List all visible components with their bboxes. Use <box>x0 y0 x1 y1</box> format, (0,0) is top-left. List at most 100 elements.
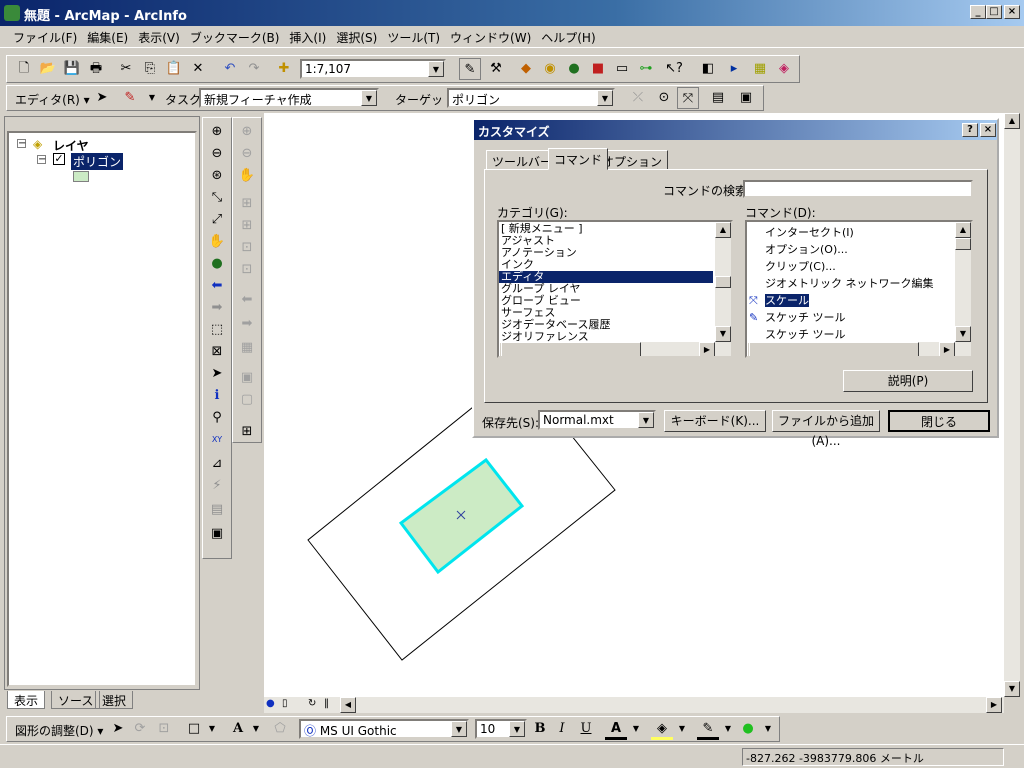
open-icon[interactable]: 📂 <box>37 58 59 80</box>
dialog-help-button[interactable]: ? <box>962 123 978 137</box>
split-tool-icon[interactable]: ⤫ <box>627 87 649 109</box>
route-icon[interactable]: ◈ <box>773 58 795 80</box>
data-view-icon[interactable]: ● <box>266 698 275 709</box>
print-icon[interactable]: 🖶 <box>85 58 107 80</box>
zoom-100-icon[interactable]: ⊡ <box>237 260 257 280</box>
globe-icon[interactable]: ● <box>563 58 585 80</box>
scale-tool-icon[interactable]: ⤧ <box>677 87 699 109</box>
toc-tab-display[interactable]: 表示 <box>7 691 46 709</box>
menu-bookmark[interactable]: ブックマーク(B) <box>185 26 285 49</box>
edit-arrow-icon[interactable]: ➤ <box>91 87 113 109</box>
marker-color-icon[interactable]: ● <box>737 718 759 740</box>
target-dropdown-icon[interactable]: ▼ <box>597 90 613 106</box>
focus-frame-icon[interactable]: ▢ <box>237 390 257 410</box>
menu-file[interactable]: ファイル(F) <box>8 26 82 49</box>
command-item[interactable]: ジオメトリック ネットワーク編集 <box>747 275 953 292</box>
category-scroll-down-icon[interactable]: ▼ <box>715 326 731 342</box>
fixed-layout-in-icon[interactable]: ⊞ <box>237 194 257 214</box>
paste-icon[interactable]: 📋 <box>163 58 185 80</box>
zoom-in-fixed-icon[interactable]: ⊛ <box>207 166 227 186</box>
tab-commands[interactable]: コマンド <box>548 148 609 170</box>
back-extent-icon[interactable]: ⬅ <box>207 276 227 296</box>
whole-page-icon[interactable]: ⊡ <box>237 238 257 258</box>
menu-selection[interactable]: 選択(S) <box>331 26 382 49</box>
command-item[interactable]: スケッチ ツール <box>747 326 953 343</box>
close-button[interactable]: × <box>1004 5 1020 19</box>
fixed-zoom-out-icon[interactable]: ⤢ <box>207 210 227 230</box>
find-icon[interactable]: ⚲ <box>207 408 227 428</box>
clear-selection-icon[interactable]: ⊠ <box>207 342 227 362</box>
sketch-dropdown-icon[interactable]: ▼ <box>141 87 163 109</box>
scroll-left-icon[interactable]: ◀ <box>340 697 356 713</box>
category-scroll-right-icon[interactable]: ▶ <box>699 342 715 356</box>
save-in-dropdown-icon[interactable]: ▼ <box>638 412 654 428</box>
minimize-button[interactable]: _ <box>970 5 986 19</box>
zoom-in-icon[interactable]: ⊕ <box>207 122 227 142</box>
category-hscrollbar[interactable]: ◀ ▶ <box>499 342 731 356</box>
font-size-dropdown-icon[interactable]: ▼ <box>509 721 525 737</box>
category-hscroll-thumb[interactable] <box>501 342 641 356</box>
time-slider-icon[interactable]: ▣ <box>207 524 227 544</box>
menu-help[interactable]: ヘルプ(H) <box>536 26 600 49</box>
editor-icon[interactable]: ⚒ <box>485 58 507 80</box>
menu-view[interactable]: 表示(V) <box>133 26 185 49</box>
commands-hscroll-thumb[interactable] <box>749 342 919 356</box>
close-dialog-button[interactable]: 閉じる <box>888 410 990 432</box>
copy-icon[interactable]: ⎘ <box>139 58 161 80</box>
category-scroll-thumb[interactable] <box>715 276 731 288</box>
editor-menu[interactable]: エディタ(R) ▾ <box>15 91 90 108</box>
command-item[interactable]: クリップ(C)... <box>747 258 953 275</box>
font-color-icon[interactable]: A <box>605 718 627 740</box>
new-document-icon[interactable]: 🗋 <box>13 58 35 80</box>
polygon-symbol-swatch[interactable] <box>73 171 89 182</box>
line-color-icon[interactable]: ✎ <box>697 718 719 740</box>
go-to-xy-icon[interactable]: XY <box>207 430 227 450</box>
font-select[interactable]: Ⓞ MS UI Gothic ▼ <box>299 719 469 739</box>
toc-tab-source[interactable]: ソース <box>51 691 101 709</box>
select-features-icon[interactable]: ⬚ <box>207 320 227 340</box>
select-elements-arrow-icon[interactable]: ➤ <box>107 718 129 740</box>
scroll-right-icon[interactable]: ▶ <box>986 697 1002 713</box>
menu-edit[interactable]: 編集(E) <box>82 26 133 49</box>
forward-layout-icon[interactable]: ➡ <box>237 314 257 334</box>
cut-icon[interactable]: ✂ <box>115 58 137 80</box>
zoom-out-icon[interactable]: ⊖ <box>207 144 227 164</box>
scroll-up-icon[interactable]: ▲ <box>1004 113 1020 129</box>
menu-window[interactable]: ウィンドウ(W) <box>445 26 536 49</box>
menu-tools[interactable]: ツール(T) <box>382 26 445 49</box>
arccatalog-icon[interactable]: ◆ <box>515 58 537 80</box>
more-arrow-icon[interactable]: ▸ <box>723 58 745 80</box>
font-dropdown-icon[interactable]: ▼ <box>451 721 467 737</box>
html-popup-icon[interactable]: ▤ <box>207 500 227 520</box>
marker-color-dropdown-icon[interactable]: ▼ <box>757 718 779 740</box>
hyperlink-icon[interactable]: ⚡ <box>207 476 227 496</box>
keyboard-button[interactable]: キーボード(K)... <box>664 410 766 432</box>
italic-button[interactable]: I <box>551 718 573 740</box>
sketch-properties-icon[interactable]: ▣ <box>735 87 757 109</box>
underline-button[interactable]: U <box>575 718 597 740</box>
zoom-layout-in-icon[interactable]: ⊕ <box>237 122 257 142</box>
category-scroll-up-icon[interactable]: ▲ <box>715 222 731 238</box>
layer-visibility-checkbox[interactable]: ✓ <box>53 153 65 165</box>
command-line-icon[interactable]: ▭ <box>611 58 633 80</box>
full-extent-icon[interactable]: ● <box>207 254 227 274</box>
maximize-button[interactable]: □ <box>986 5 1002 19</box>
redo-icon[interactable]: ↷ <box>243 58 265 80</box>
delete-icon[interactable]: ✕ <box>187 58 209 80</box>
toolbox-icon[interactable]: ■ <box>587 58 609 80</box>
drawing-menu[interactable]: 図形の調整(D) ▾ <box>15 722 103 739</box>
save-icon[interactable]: 💾 <box>61 58 83 80</box>
fill-color-dropdown-icon[interactable]: ▼ <box>671 718 693 740</box>
back-layout-icon[interactable]: ⬅ <box>237 290 257 310</box>
font-size-select[interactable]: 10 ▼ <box>475 719 527 739</box>
undo-icon[interactable]: ↶ <box>219 58 241 80</box>
toc-layer-label[interactable]: ポリゴン <box>71 153 124 170</box>
command-item[interactable]: ⤧ スケール <box>747 292 953 309</box>
command-item[interactable]: ✎ スケッチ ツール <box>747 309 953 326</box>
commands-scroll-up-icon[interactable]: ▲ <box>955 222 971 238</box>
font-color-dropdown-icon[interactable]: ▼ <box>625 718 647 740</box>
add-from-file-button[interactable]: ファイルから追加(A)... <box>772 410 880 448</box>
line-color-dropdown-icon[interactable]: ▼ <box>717 718 739 740</box>
pan-icon[interactable]: ✋ <box>207 232 227 252</box>
attributes-icon[interactable]: ▤ <box>707 87 729 109</box>
